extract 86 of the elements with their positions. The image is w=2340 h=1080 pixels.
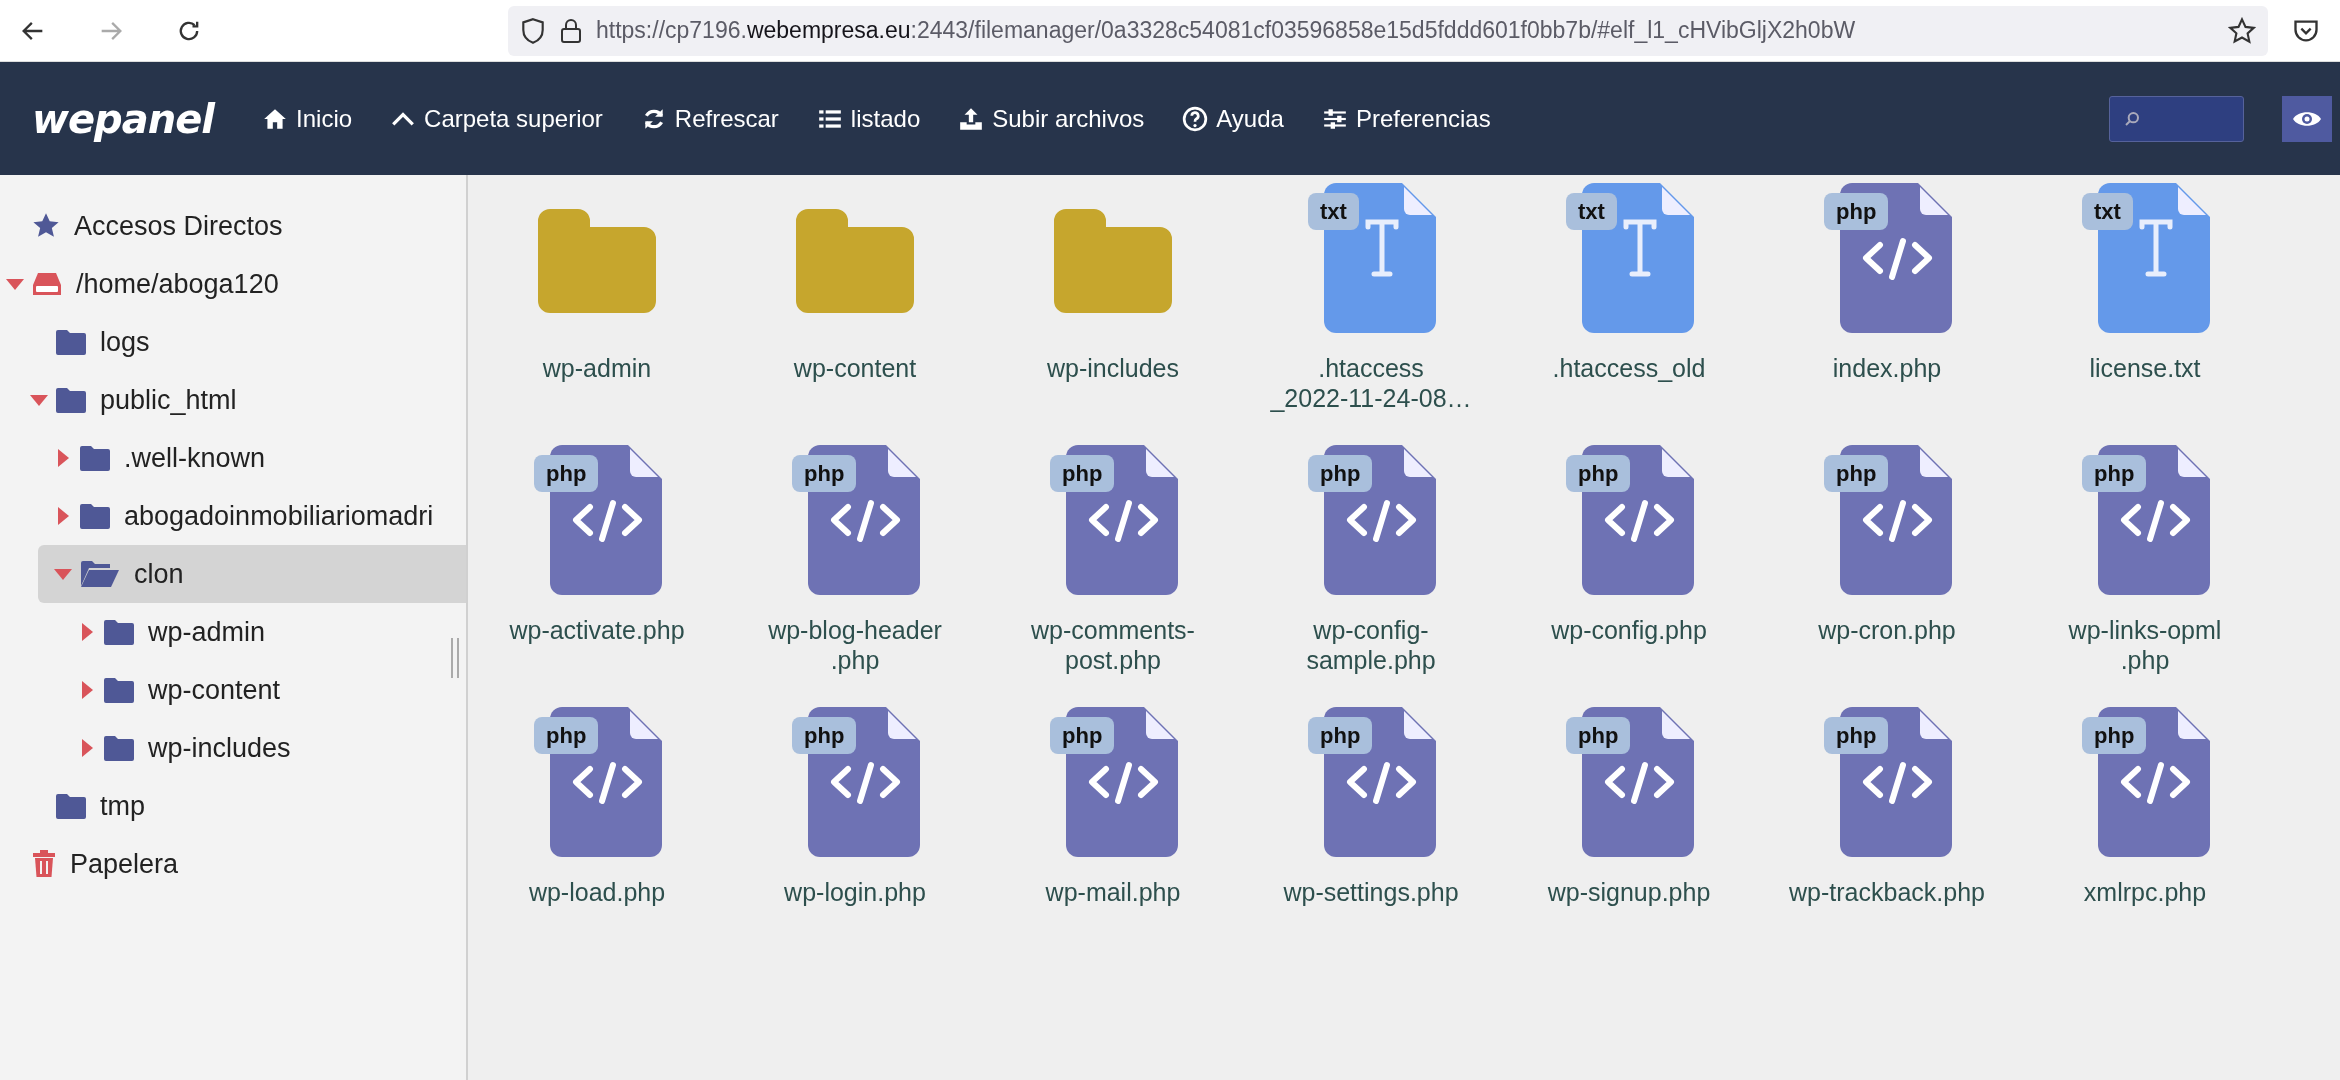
collapsed-arrow-icon[interactable] [81, 623, 93, 641]
help-button[interactable]: Ayuda [1172, 96, 1294, 141]
tree-item[interactable]: tmp [0, 777, 466, 835]
search-icon [2124, 110, 2140, 127]
file-type-label: php [534, 455, 599, 492]
folder-icon [56, 793, 86, 819]
tree-item[interactable]: wp-includes [0, 719, 466, 777]
preferences-button[interactable]: Preferencias [1311, 96, 1501, 141]
file-type-label: php [2082, 455, 2147, 492]
resize-handle-icon[interactable] [450, 638, 460, 678]
app-logo: wepanel [32, 94, 215, 144]
file-name[interactable]: wp-settings.php [1283, 877, 1459, 907]
collapsed-arrow-icon[interactable] [57, 507, 69, 525]
file-name[interactable]: license.txt [2089, 353, 2201, 383]
file-name[interactable]: wp-load.php [528, 877, 666, 907]
folder-icon [80, 503, 110, 529]
expanded-arrow-icon[interactable] [30, 394, 48, 406]
tree-item[interactable]: Papelera [0, 835, 466, 893]
tree-item[interactable]: Accesos Directos [0, 197, 466, 255]
expanded-arrow-icon[interactable] [54, 568, 72, 580]
trash-icon [32, 850, 56, 878]
lock-icon [560, 17, 582, 44]
folder-icon [104, 619, 134, 645]
upload-button[interactable]: Subir archivos [948, 96, 1155, 141]
tree-item[interactable]: /home/aboga120 [0, 255, 466, 313]
file-type-label: php [1308, 717, 1373, 754]
file-type-label: php [1824, 193, 1889, 230]
file-name[interactable]: wp-trackback.php [1789, 877, 1985, 907]
file-type-label: php [1824, 455, 1889, 492]
file-name[interactable]: wp-login.php [784, 877, 926, 907]
file-type-label: txt [1566, 193, 1617, 230]
folder-icon [104, 735, 134, 761]
file-type-label: php [792, 717, 857, 754]
file-name[interactable]: wp-admin [542, 353, 652, 383]
file-type-label: php [1050, 455, 1115, 492]
tree-item[interactable]: clon [38, 545, 466, 603]
file-type-label: php [1566, 717, 1631, 754]
file-name[interactable]: wp-includes [1047, 353, 1179, 383]
file-name[interactable]: wp-links-opml .php [2068, 615, 2222, 675]
tree-item[interactable]: wp-admin [0, 603, 466, 661]
view-toggle-button[interactable] [2282, 95, 2332, 142]
file-name[interactable]: wp-config.php [1551, 615, 1707, 645]
collapsed-arrow-icon[interactable] [81, 681, 93, 699]
file-name[interactable]: wp-signup.php [1547, 877, 1711, 907]
file-name[interactable]: wp-blog-header .php [768, 615, 942, 675]
folder-icon [56, 387, 86, 413]
file-name[interactable]: wp-comments- post.php [1031, 615, 1195, 675]
file-name[interactable]: .htaccess_old [1552, 353, 1706, 383]
file-type-label: php [792, 455, 857, 492]
file-name[interactable]: wp-cron.php [1818, 615, 1956, 645]
open-folder-icon [80, 560, 120, 588]
file-type-label: php [1308, 455, 1373, 492]
drive-icon [32, 271, 62, 297]
file-name[interactable]: wp-mail.php [1045, 877, 1181, 907]
folder-icon [104, 677, 134, 703]
expanded-arrow-icon[interactable] [6, 278, 24, 290]
collapsed-arrow-icon[interactable] [57, 449, 69, 467]
home-button[interactable]: Inicio [252, 96, 363, 141]
file-name[interactable]: xmlrpc.php [2083, 877, 2207, 907]
bookmark-star-icon[interactable] [2228, 16, 2256, 45]
collapsed-arrow-icon[interactable] [81, 739, 93, 757]
file-type-label: php [2082, 717, 2147, 754]
file-name[interactable]: wp-config- sample.php [1306, 615, 1436, 675]
file-type-label: txt [1308, 193, 1359, 230]
tree-item[interactable]: abogadoinmobiliariomadri [0, 487, 466, 545]
tree-item[interactable]: wp-content [0, 661, 466, 719]
list-button[interactable]: listado [806, 96, 931, 141]
help-icon [1182, 105, 1209, 132]
folder-icon [56, 329, 86, 355]
file-type-label: php [1566, 455, 1631, 492]
refresh-button[interactable]: Refrescar [630, 96, 789, 141]
search-field[interactable] [2109, 95, 2244, 142]
file-name[interactable]: index.php [1832, 353, 1942, 383]
tree-item[interactable]: .well-known [0, 429, 466, 487]
file-type-label: php [534, 717, 599, 754]
folder-icon [80, 445, 110, 471]
up-button[interactable]: Carpeta superior [380, 96, 613, 141]
file-name[interactable]: wp-content [793, 353, 917, 383]
tree-item[interactable]: public_html [0, 371, 466, 429]
file-type-label: txt [2082, 193, 2133, 230]
file-name[interactable]: wp-activate.php [509, 615, 685, 645]
shield-icon [520, 16, 546, 45]
file-type-label: php [1050, 717, 1115, 754]
file-name[interactable]: .htaccess _2022-11-24-08… [1270, 353, 1472, 413]
tree-item[interactable]: logs [0, 313, 466, 371]
file-type-label: php [1824, 717, 1889, 754]
